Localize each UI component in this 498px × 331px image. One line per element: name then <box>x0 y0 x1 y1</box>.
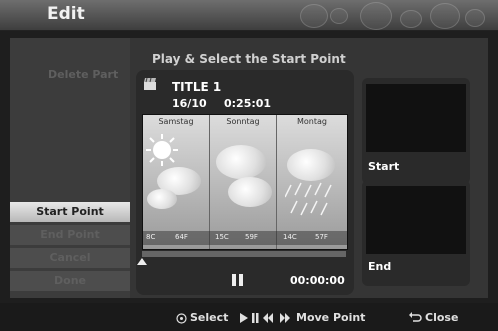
end-thumbnail: End <box>362 180 470 286</box>
rewind-icon <box>263 313 268 323</box>
footer-bar: Select Move Point Close <box>0 303 498 331</box>
rain-icon <box>285 182 332 216</box>
pause-icon <box>232 274 244 286</box>
end-thumbnail-image <box>366 186 466 254</box>
menu-item-start-point[interactable]: Start Point <box>10 202 130 222</box>
play-icon <box>240 313 248 323</box>
weather-column: Montag <box>277 115 347 249</box>
footer-select-label: Select <box>190 311 229 324</box>
video-preview: Samstag Sonntag Montag 8C 64F 15C 59F 14… <box>142 114 348 250</box>
day-label: Montag <box>297 117 327 126</box>
sun-icon <box>146 134 178 166</box>
temperature-label: 64F <box>175 233 188 241</box>
fast-forward-icon <box>280 313 285 323</box>
title-bar: Edit <box>0 0 498 31</box>
temperature-label: 15C <box>215 233 229 241</box>
decorative-bubble <box>300 4 328 28</box>
decorative-bubble <box>360 2 392 30</box>
cloud-icon <box>228 177 272 207</box>
weather-column: Sonntag <box>210 115 277 249</box>
menu-item-done[interactable]: Done <box>10 271 130 291</box>
decorative-bubble <box>330 8 348 24</box>
cloud-icon <box>147 189 177 209</box>
start-thumbnail: Start <box>362 78 470 184</box>
title-date: 16/10 <box>172 97 207 110</box>
temperature-label: 14C <box>283 233 297 241</box>
footer-close-label[interactable]: Close <box>425 311 458 324</box>
menu-item-cancel[interactable]: Cancel <box>10 248 130 268</box>
time-counter: 00:00:00 <box>290 274 345 287</box>
footer-move-point-label: Move Point <box>296 311 366 324</box>
decorative-bubble <box>400 10 422 28</box>
weather-column: Samstag <box>143 115 210 249</box>
day-label: Samstag <box>158 117 194 126</box>
disc-select-icon <box>176 313 187 324</box>
decorative-bubble <box>430 3 460 29</box>
cloud-icon <box>287 149 335 181</box>
start-thumbnail-image <box>366 84 466 152</box>
playback-icons <box>240 313 290 323</box>
decorative-bubble <box>465 9 485 27</box>
instruction-heading: Play & Select the Start Point <box>152 52 346 66</box>
end-thumbnail-label: End <box>368 260 392 273</box>
progress-track[interactable] <box>142 251 346 257</box>
progress-handle-icon[interactable] <box>137 258 147 265</box>
temperature-label: 59F <box>245 233 258 241</box>
menu-item-delete-part[interactable]: Delete Part <box>48 68 118 81</box>
temperature-label: 57F <box>315 233 328 241</box>
temperature-label: 8C <box>146 233 156 241</box>
title-duration: 0:25:01 <box>224 97 272 110</box>
return-icon <box>409 312 422 322</box>
window-title: Edit <box>47 4 85 24</box>
menu-item-end-point[interactable]: End Point <box>10 225 130 245</box>
day-label: Sonntag <box>226 117 260 126</box>
title-name: TITLE 1 <box>172 80 222 94</box>
pause-icon <box>252 313 255 323</box>
clapperboard-icon <box>144 77 156 90</box>
start-thumbnail-label: Start <box>368 160 400 173</box>
cloud-icon <box>216 145 266 179</box>
